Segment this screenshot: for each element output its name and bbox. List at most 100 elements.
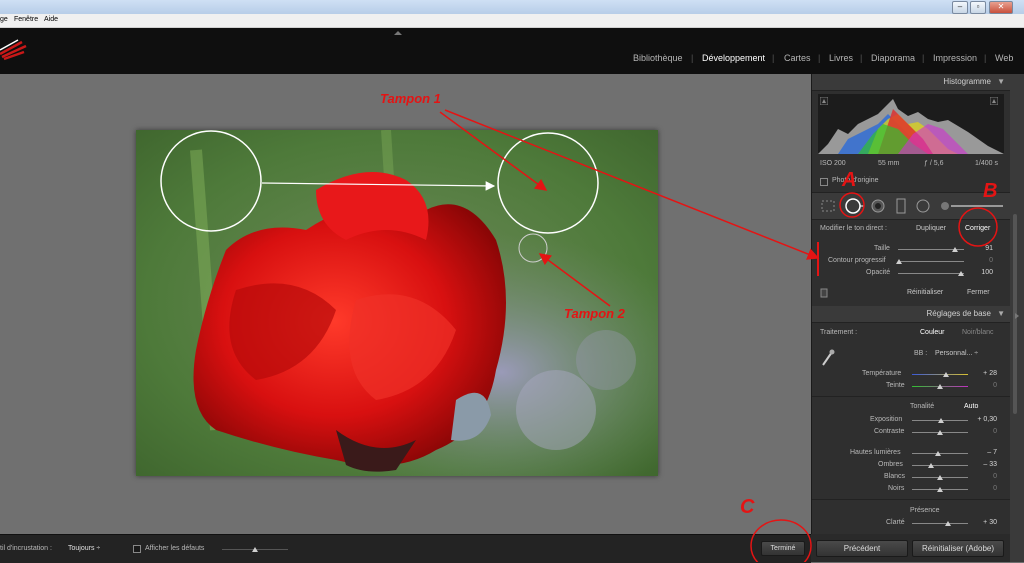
aperture-info: ƒ / 5,6 (924, 160, 944, 167)
spot-removal-tool-icon[interactable] (844, 197, 864, 215)
module-web[interactable]: Web (995, 53, 1013, 63)
duplicate-button[interactable]: Dupliquer (916, 225, 946, 232)
shadow-clipping-icon[interactable] (820, 97, 828, 105)
iso-info: ISO 200 (820, 160, 846, 167)
bw-treatment-button[interactable]: Noir/blanc (962, 329, 994, 336)
right-panel: Histogramme ▼ ISO 200 55 mm ƒ / 5,6 1/400… (811, 74, 1011, 534)
tint-slider-thumb[interactable] (937, 384, 943, 389)
focal-info: 55 mm (878, 160, 900, 167)
highlight-clipping-icon[interactable] (990, 97, 998, 105)
feather-slider-thumb[interactable] (896, 259, 902, 264)
bottom-right-bar: Précédent Réinitialiser (Adobe) (811, 534, 1010, 562)
spot-reset-button[interactable]: Réinitialiser (907, 289, 943, 296)
clarity-slider-thumb[interactable] (945, 521, 951, 526)
toolbar-slider-thumb[interactable] (252, 547, 258, 552)
whites-label: Blancs (884, 473, 906, 480)
white-balance-picker-icon[interactable] (820, 348, 836, 368)
highlights-value: – 7 (987, 449, 997, 456)
module-impression[interactable]: Impression (933, 53, 977, 63)
menu-item-ge[interactable]: ge (0, 16, 8, 23)
color-treatment-button[interactable]: Couleur (920, 329, 945, 336)
contrast-label: Contraste (874, 428, 905, 435)
graduated-filter-icon[interactable] (895, 197, 907, 215)
module-header: Bibliothèque | Développement | Cartes | … (0, 28, 1024, 74)
minimize-button[interactable]: – (952, 1, 968, 14)
module-bibliotheque[interactable]: Bibliothèque (633, 53, 683, 63)
module-developpement[interactable]: Développement (702, 53, 765, 63)
opacity-label: Opacité (866, 269, 891, 276)
histogram-chart (818, 94, 1004, 154)
temp-label: Température (862, 370, 902, 377)
panel-scrollbar[interactable] (1010, 74, 1024, 562)
menu-item-aide[interactable]: Aide (44, 16, 58, 23)
crop-tool-icon[interactable] (820, 199, 836, 213)
reset-adobe-button[interactable]: Réinitialiser (Adobe) (912, 540, 1004, 557)
tint-label: Teinte (886, 382, 905, 389)
collapse-top-panel-icon[interactable] (393, 30, 403, 36)
exposure-label: Exposition (870, 416, 903, 423)
blacks-slider-thumb[interactable] (937, 487, 943, 492)
panel-toggle-icon[interactable] (820, 288, 828, 298)
original-photo-label: Photo d'origine (832, 177, 879, 184)
size-slider-thumb[interactable] (952, 247, 958, 252)
bottom-toolbar: til d'incrustation : Toujours ÷ Afficher… (0, 534, 811, 563)
tonality-label: Tonalité (910, 403, 935, 410)
module-cartes[interactable]: Cartes (784, 53, 811, 63)
contrast-value: 0 (993, 428, 997, 435)
blacks-label: Noirs (888, 485, 905, 492)
blacks-value: 0 (993, 485, 997, 492)
clarity-value: + 30 (983, 519, 997, 526)
shadows-value: – 33 (983, 461, 997, 468)
os-menu-bar: ge Fenêtre Aide (0, 14, 1024, 28)
restore-button[interactable]: ▫ (970, 1, 986, 14)
temp-value: + 28 (983, 370, 997, 377)
basic-panel-header[interactable]: Réglages de base ▼ (812, 306, 1011, 323)
opacity-slider[interactable] (898, 273, 964, 274)
radial-filter-icon[interactable] (915, 198, 931, 214)
original-photo-checkbox[interactable] (820, 178, 828, 186)
overlay-select[interactable]: Toujours ÷ (68, 545, 100, 552)
opacity-value: 100 (981, 269, 993, 276)
previous-button[interactable]: Précédent (816, 540, 908, 557)
wb-label: BB : (914, 350, 928, 357)
lightroom-logo-icon (0, 39, 27, 61)
wb-select[interactable]: Personnal... ÷ (935, 350, 978, 357)
temp-slider-thumb[interactable] (943, 372, 949, 377)
exposure-slider-thumb[interactable] (938, 418, 944, 423)
done-button[interactable]: Terminé (761, 541, 805, 556)
shadows-slider[interactable] (912, 465, 968, 466)
module-livres[interactable]: Livres (829, 53, 853, 63)
close-button[interactable]: ✕ (989, 1, 1013, 14)
correct-button[interactable]: Corriger (965, 225, 990, 232)
photo-red-poppy[interactable] (136, 130, 658, 476)
collapse-right-panel-icon[interactable] (1014, 312, 1020, 320)
clarity-slider[interactable] (912, 523, 968, 524)
menu-item-fenetre[interactable]: Fenêtre (14, 16, 38, 23)
spot-mode-label: Modifier le ton direct : (820, 225, 887, 232)
size-label: Taille (874, 245, 890, 252)
red-eye-tool-icon[interactable] (870, 198, 886, 214)
spot-close-button[interactable]: Fermer (967, 289, 990, 296)
exposure-value: + 0,30 (977, 416, 997, 423)
clarity-label: Clarté (886, 519, 905, 526)
auto-button[interactable]: Auto (964, 403, 978, 410)
show-defaults-checkbox[interactable] (133, 545, 141, 553)
overlay-label: til d'incrustation : (0, 545, 52, 552)
shadows-label: Ombres (878, 461, 903, 468)
shadows-slider-thumb[interactable] (928, 463, 934, 468)
module-diaporama[interactable]: Diaporama (871, 53, 915, 63)
temp-slider[interactable] (912, 374, 968, 375)
adjustment-brush-icon[interactable] (939, 198, 1005, 214)
size-value: 91 (985, 245, 993, 252)
whites-value: 0 (993, 473, 997, 480)
tint-value: 0 (993, 382, 997, 389)
whites-slider-thumb[interactable] (937, 475, 943, 480)
highlights-slider-thumb[interactable] (935, 451, 941, 456)
tool-strip (812, 192, 1011, 220)
feather-label: Contour progressif (828, 257, 886, 264)
feather-slider[interactable] (898, 261, 964, 262)
contrast-slider-thumb[interactable] (937, 430, 943, 435)
opacity-slider-thumb[interactable] (958, 271, 964, 276)
shutter-info: 1/400 s (975, 160, 998, 167)
histogram-header[interactable]: Histogramme ▼ (812, 74, 1011, 91)
